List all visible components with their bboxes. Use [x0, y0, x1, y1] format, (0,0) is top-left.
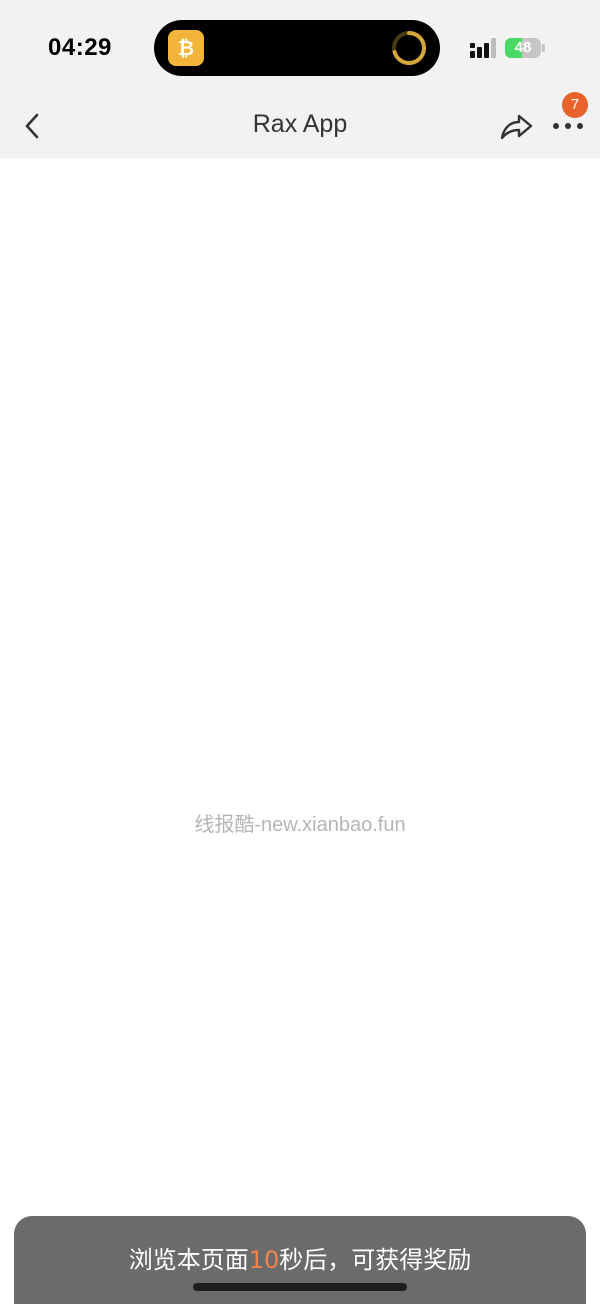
share-button[interactable] [496, 108, 536, 144]
battery-indicator: 48 [505, 38, 545, 58]
svg-text:₿: ₿ [178, 36, 194, 60]
status-bar: 04:29 ₿ 48 [0, 0, 600, 96]
chevron-left-icon [25, 113, 39, 139]
more-dots-icon [553, 123, 583, 129]
navigation-bar: Rax App [0, 96, 600, 158]
notification-badge: 7 [562, 92, 588, 118]
page-content [0, 158, 600, 1304]
back-button[interactable] [14, 108, 50, 144]
page-title: Rax App [252, 110, 348, 138]
reward-countdown: 10 [248, 1246, 280, 1274]
watermark-text: 线报酷-new.xianbao.fun [194, 814, 406, 836]
bitcoin-icon: ₿ [168, 30, 204, 66]
share-icon [500, 114, 533, 140]
battery-level: 48 [514, 39, 532, 56]
progress-ring-icon [390, 29, 428, 67]
reward-prefix: 浏览本页面 [128, 1246, 249, 1274]
reward-suffix: 秒后，可获得奖励 [279, 1246, 472, 1274]
dynamic-island[interactable]: ₿ [154, 20, 440, 76]
status-time: 04:29 [48, 34, 112, 61]
cellular-signal-icon [470, 38, 500, 58]
home-indicator[interactable] [193, 1283, 407, 1291]
reward-toast-text: 浏览本页面10秒后，可获得奖励 [14, 1240, 586, 1275]
